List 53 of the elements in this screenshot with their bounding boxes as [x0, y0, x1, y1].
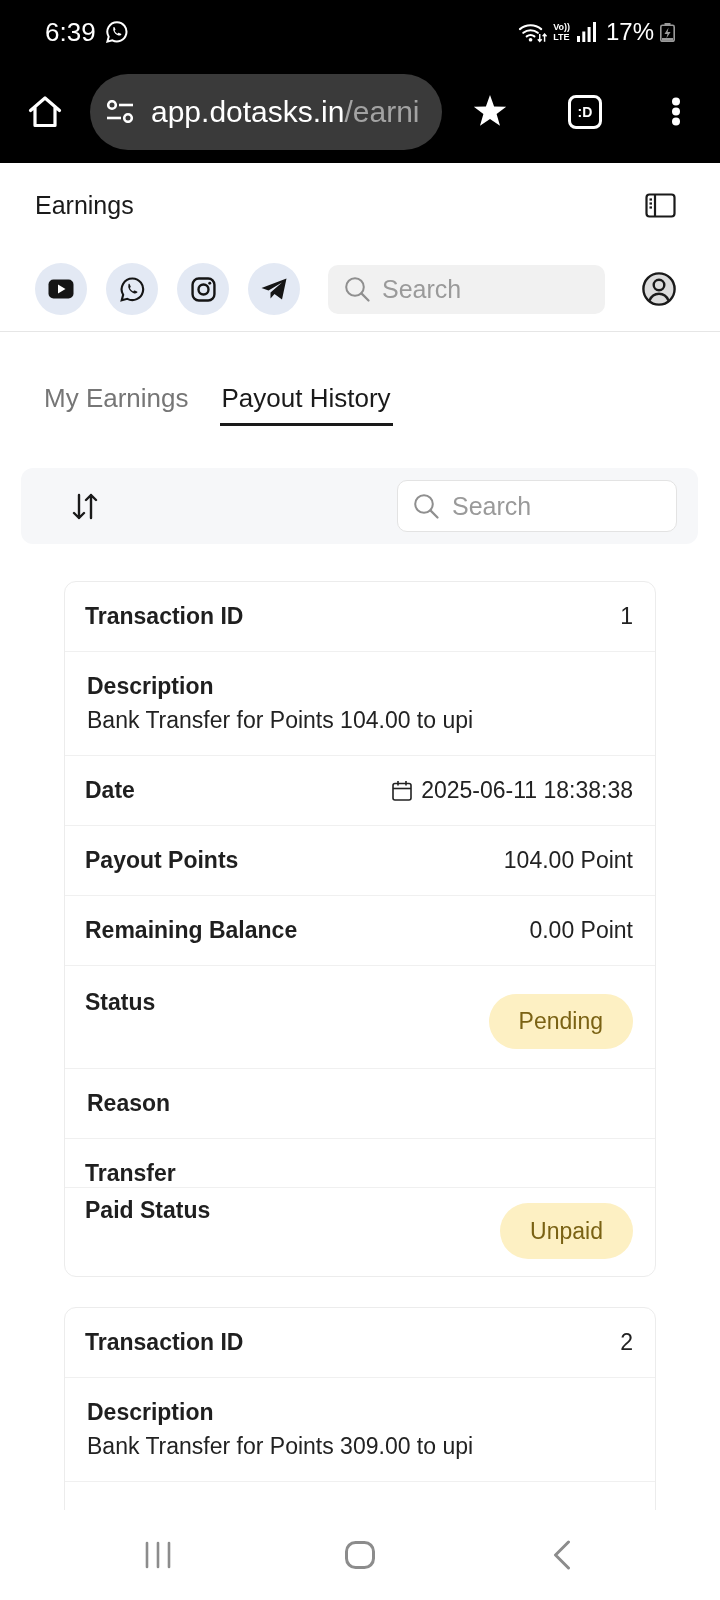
field-label: Description — [87, 672, 214, 700]
calendar-icon — [392, 779, 413, 801]
field-value: Bank Transfer for Points 309.00 to upi — [87, 1432, 474, 1460]
signal-icon — [576, 22, 596, 42]
field-label: Date — [85, 776, 135, 804]
field-label: Transaction ID — [85, 602, 244, 630]
field-value: 1 — [620, 602, 633, 630]
camera-link[interactable] — [177, 263, 229, 315]
field-label: Paid Status — [85, 1196, 211, 1224]
tab-switcher-button[interactable]: :D — [568, 94, 602, 129]
chat-link[interactable] — [106, 263, 158, 315]
search-field[interactable]: Search — [328, 264, 605, 314]
chat-phone-icon — [118, 275, 146, 303]
battery-percent: 17% — [605, 18, 654, 46]
field-label: Payout Points — [85, 846, 239, 874]
tab[interactable]: My Earnings — [42, 382, 191, 426]
field-label: Transaction ID — [85, 1328, 244, 1356]
search-field[interactable]: Search — [397, 480, 677, 532]
field-label: Status — [85, 988, 156, 1016]
video-link[interactable] — [35, 263, 87, 315]
status-badge: Unpaid — [500, 1203, 633, 1259]
field-value: 0.00 Point — [529, 916, 633, 944]
field-value: 2 — [620, 1328, 633, 1356]
sidebar-icon[interactable] — [645, 192, 676, 218]
search-icon — [344, 276, 370, 302]
menu-icon[interactable] — [671, 97, 681, 126]
field-label: Reason — [87, 1089, 171, 1117]
url-text[interactable]: app.dotasks.in/earni — [151, 93, 420, 130]
field-value: Bank Transfer for Points 104.00 to upi — [87, 706, 474, 734]
status-badge: Pending — [488, 994, 633, 1049]
field-label: Transfer — [85, 1159, 176, 1187]
user-avatar-icon[interactable] — [642, 272, 676, 306]
chat-phone-icon — [104, 20, 129, 44]
recents-icon[interactable] — [145, 1541, 171, 1569]
battery-icon — [660, 22, 675, 42]
page-title: Earnings — [35, 190, 134, 220]
address-bar[interactable]: app.dotasks.in/earni — [90, 73, 442, 150]
paper-plane-icon — [261, 278, 287, 300]
camera-icon — [190, 276, 216, 302]
field-value: 2025-06-11 18:38:38 — [421, 776, 633, 804]
play-icon — [48, 279, 74, 299]
search-icon — [413, 493, 439, 519]
wifi-icon — [518, 21, 548, 43]
network-type-label: Vo)) LTE — [553, 22, 570, 42]
sort-icon[interactable] — [71, 492, 99, 520]
back-icon[interactable] — [553, 1540, 571, 1570]
field-value: 104.00 Point — [503, 846, 633, 874]
field-label: Remaining Balance — [85, 916, 298, 944]
send-link[interactable] — [248, 263, 300, 315]
clock-time: 6:39 — [45, 17, 96, 47]
field-label: Description — [87, 1398, 214, 1426]
tune-icon[interactable] — [106, 100, 134, 123]
tab[interactable]: Payout History — [219, 382, 393, 426]
